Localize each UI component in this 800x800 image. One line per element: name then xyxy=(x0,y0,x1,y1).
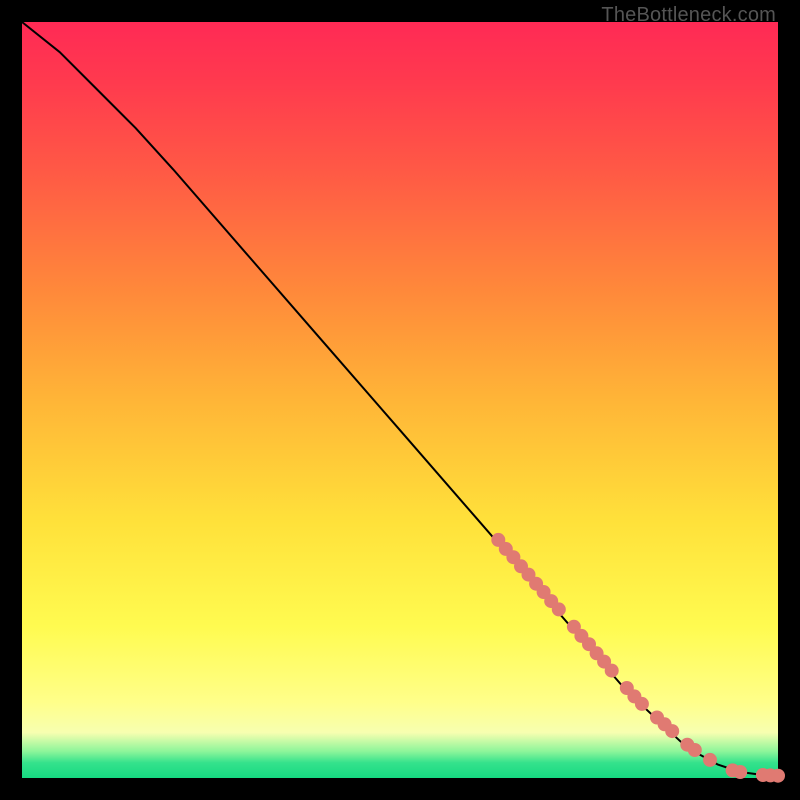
marker-dot xyxy=(635,697,649,711)
curve-line xyxy=(22,22,778,776)
marker-dot xyxy=(703,753,717,767)
marker-dot xyxy=(733,765,747,779)
marker-dot xyxy=(552,602,566,616)
marker-dots xyxy=(491,533,785,783)
marker-dot xyxy=(771,769,785,783)
plot-area xyxy=(22,22,778,778)
marker-dot xyxy=(688,743,702,757)
marker-dot xyxy=(605,664,619,678)
chart-svg xyxy=(22,22,778,778)
marker-dot xyxy=(665,724,679,738)
chart-frame: TheBottleneck.com xyxy=(0,0,800,800)
